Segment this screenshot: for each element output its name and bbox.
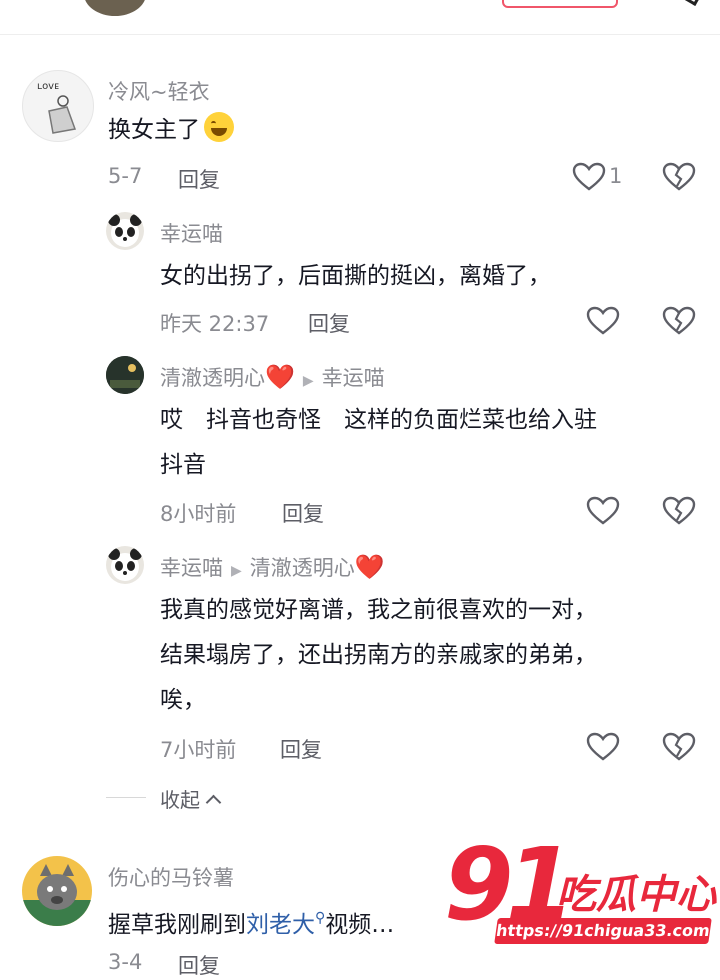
red-heart-icon: ❤️ [265,363,295,391]
comment-time: 8小时前 [160,502,237,526]
reply-to-username[interactable]: 幸运喵 [322,366,385,390]
chevron-up-icon [205,794,222,811]
username[interactable]: 冷风~轻衣 [108,76,210,106]
heart-outline-icon[interactable] [586,496,620,526]
broken-heart-icon[interactable] [662,162,696,192]
comment-text: 换女主了 [108,108,234,153]
avatar[interactable]: ʟᴏᴠᴇ [22,70,94,142]
comment-line: 结果塌房了，还出拐南方的亲戚家的弟弟， [160,642,597,668]
red-heart-icon: ❤️ [354,553,385,581]
heart-outline-icon[interactable] [586,306,620,336]
comment-text-suffix: 视频… [325,912,395,938]
username: 幸运喵 ▶ 清澈透明心❤️ [160,552,385,582]
reply-button[interactable]: 回复 [282,498,324,528]
avatar[interactable] [106,546,144,584]
collapse-replies-button[interactable]: 收起 [160,784,222,813]
collapse-label: 收起 [160,788,200,812]
heart-outline-icon[interactable] [572,162,606,192]
search-icon[interactable]: ⚲ [315,910,325,926]
reply-arrow-icon: ▶ [302,373,314,389]
username[interactable]: 伤心的马铃薯 [108,862,234,892]
like-count: 1 [609,164,623,188]
comment-line: 唉， [160,687,206,713]
reply-button[interactable]: 回复 [178,950,220,980]
comment-line: 抖音 [160,452,206,478]
username[interactable]: 幸运喵 [160,218,223,248]
broken-heart-icon[interactable] [662,306,696,336]
watermark-logo: 91 吃瓜中心 https://91chigua33.com [444,826,720,960]
comment-time: 昨天 22:37 [160,312,270,336]
avatar[interactable] [106,356,144,394]
watermark-url: https://91chigua33.com [494,918,712,944]
avatar[interactable] [22,856,92,926]
grey-wolf-avatar-icon [22,864,92,926]
username-link[interactable]: 清澈透明心 [160,366,265,390]
comment-text: 女的出拐了，后面撕的挺凶，离婚了， [160,263,551,289]
panda-avatar-icon [108,214,142,247]
comment-time: 7小时前 [160,738,237,762]
comment-line: 哎 抖音也奇怪 这样的负面烂菜也给入驻 [160,407,597,433]
night-scene-avatar-icon [106,356,144,394]
comment-text: 哎 抖音也奇怪 这样的负面烂菜也给入驻 抖音 [160,398,597,488]
comment-time: 5-7 [108,164,143,188]
sketch-avatar-icon: ʟᴏᴠᴇ [37,81,77,134]
comment-time: 3-4 [108,950,143,974]
comment-text: 握草我刚刷到刘老大⚲视频… [108,896,394,948]
author-avatar[interactable] [84,0,146,16]
broken-heart-icon[interactable] [662,496,696,526]
comment-text-body: 换女主了 [108,117,200,143]
heart-outline-icon[interactable] [586,732,620,762]
watermark-name: 吃瓜中心 [556,872,716,918]
panda-avatar-icon [108,548,142,581]
comment-text-prefix: 握草我刚刷到 [108,912,246,938]
top-bar [0,0,720,35]
avatar[interactable] [106,212,144,250]
reply-to-username[interactable]: 清澈透明心 [250,556,355,580]
comment-text: 我真的感觉好离谱，我之前很喜欢的一对， 结果塌房了，还出拐南方的亲戚家的弟弟， … [160,588,597,723]
svg-text:ʟᴏᴠᴇ: ʟᴏᴠᴇ [37,81,59,92]
mention-link[interactable]: 刘老大 [246,912,315,938]
sweat-smile-emoji-icon [204,112,234,142]
follow-button[interactable] [502,0,618,8]
reply-arrow-icon: ▶ [231,563,242,579]
reply-button[interactable]: 回复 [178,164,220,194]
more-icon[interactable] [682,0,701,7]
username-link[interactable]: 幸运喵 [160,556,223,580]
broken-heart-icon[interactable] [662,732,696,762]
reply-button[interactable]: 回复 [308,308,350,338]
username: 清澈透明心❤️ ▶ 幸运喵 [160,362,385,392]
comment-line: 我真的感觉好离谱，我之前很喜欢的一对， [160,597,597,623]
divider [106,797,146,798]
reply-button[interactable]: 回复 [280,734,322,764]
